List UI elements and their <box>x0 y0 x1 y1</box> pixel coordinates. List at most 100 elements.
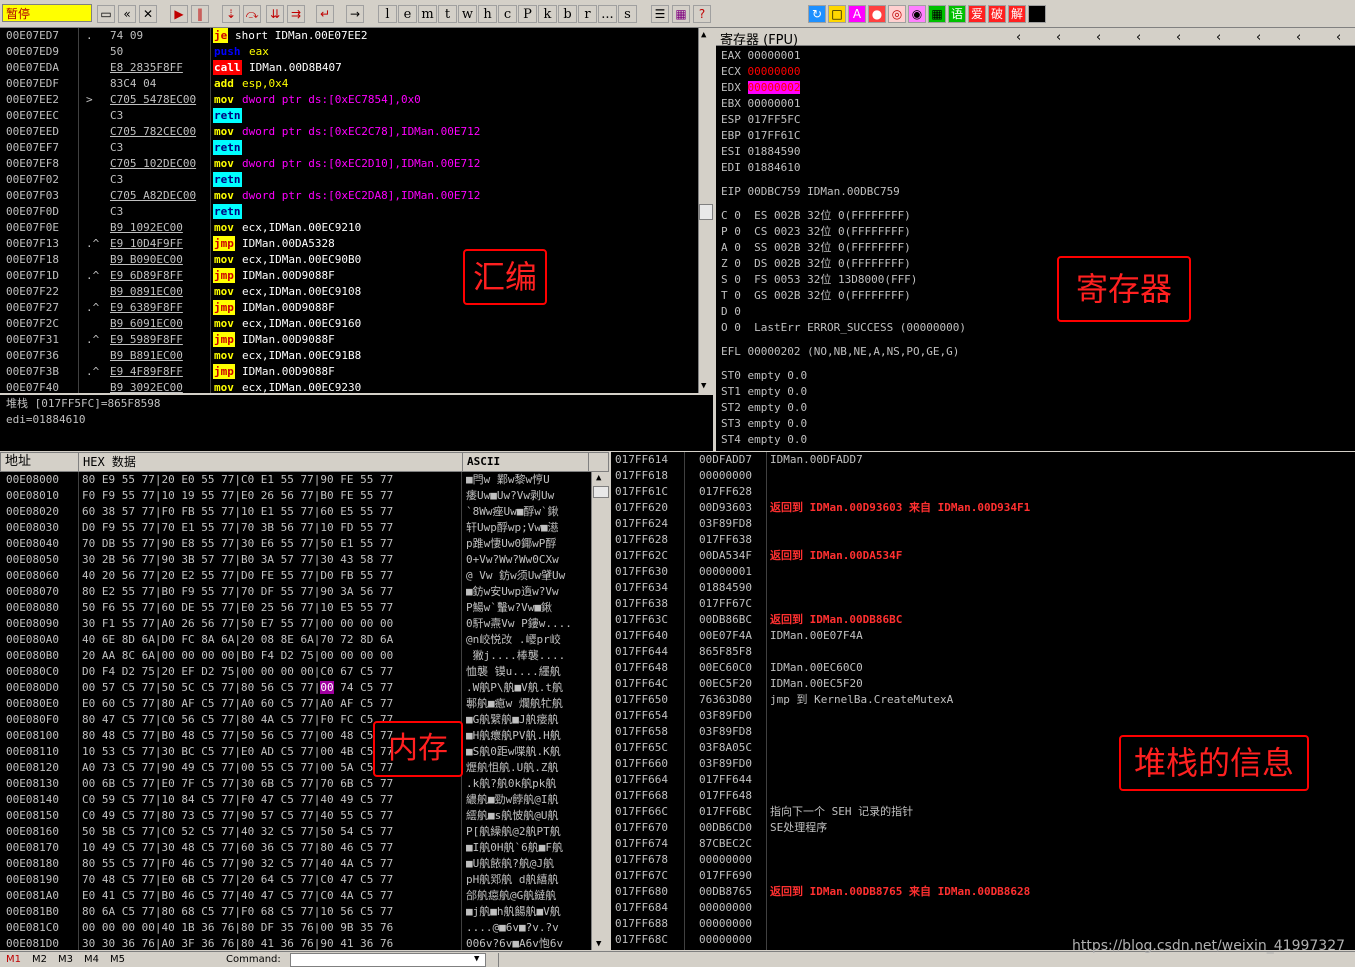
stack-row[interactable]: 017FF67C 017FF690 <box>611 868 1355 884</box>
stack-row[interactable]: 017FF650 76363D80 jmp 到 KernelBa.CreateMut… <box>611 692 1355 708</box>
dump-row[interactable]: 00E08130 00 6B C5 77|E0 7F C5 77|30 6B C5… <box>0 776 590 792</box>
target-icon[interactable]: ◎ <box>888 5 906 23</box>
dump-row[interactable]: 00E08070 80 E2 55 77|B0 F9 55 77|70 DF 55… <box>0 584 590 600</box>
stack-row[interactable]: 017FF63C 00DB86BC 返回到 IDMan.00DB86BC <box>611 612 1355 628</box>
register-value[interactable]: 00000001 <box>748 97 801 110</box>
scope-icon[interactable]: ◉ <box>908 5 926 23</box>
dump-scrollbar[interactable]: ▲ ▼ <box>591 472 609 950</box>
register-value[interactable]: 00000002 <box>747 81 801 94</box>
dump-row[interactable]: 00E080A0 40 6E 8D 6A|D0 FC 8A 6A|20 08 8E… <box>0 632 590 648</box>
stack-row[interactable]: 017FF674 87CBEC2C <box>611 836 1355 852</box>
black-square-icon[interactable] <box>1028 5 1046 23</box>
stack-row[interactable]: 017FF648 00EC60C0 IDMan.00EC60C0 <box>611 660 1355 676</box>
dump-row[interactable]: 00E08080 50 F6 55 77|60 DE 55 77|E0 25 56… <box>0 600 590 616</box>
disasm-row[interactable]: 00E07EEC C3 retn <box>0 108 698 124</box>
stack-row[interactable]: 017FF680 00DB8765 返回到 IDMan.00DB8765 来自 ID… <box>611 884 1355 900</box>
dump-row[interactable]: 00E08040 70 DB 55 77|90 E8 55 77|30 E6 55… <box>0 536 590 552</box>
register-value[interactable]: 00000000 <box>748 65 801 78</box>
disasm-row[interactable]: 00E07F36 B9 B891EC00 mov ecx,IDMan.00EC91B8 <box>0 348 698 364</box>
record-icon[interactable]: ● <box>868 5 886 23</box>
po-icon[interactable]: 破 <box>988 5 1006 23</box>
stack-row[interactable]: 017FF678 00000000 <box>611 852 1355 868</box>
stack-row[interactable]: 017FF628 017FF638 <box>611 532 1355 548</box>
disasm-row[interactable]: 00E07F2C B9 6091EC00 mov ecx,IDMan.00EC9160 <box>0 316 698 332</box>
trace-into-icon[interactable]: ⇊ <box>266 5 284 23</box>
a-icon[interactable]: A <box>848 5 866 23</box>
col-address[interactable]: 地址 <box>1 453 79 471</box>
register-row[interactable]: ESP 017FF5FC <box>721 112 1021 128</box>
chevron-left-icon[interactable]: ‹ <box>1176 30 1181 45</box>
register-row[interactable]: EBP 017FF61C <box>721 128 1021 144</box>
stack-pane[interactable]: 017FF614 00DFADD7 IDMan.00DFADD7 017FF618 00… <box>611 452 1355 950</box>
chevron-left-icon[interactable]: ‹ <box>1216 30 1221 45</box>
open-folder-icon[interactable]: ▭ <box>97 5 115 23</box>
step-into-icon[interactable]: ⇣ <box>222 5 240 23</box>
dump-row[interactable]: 00E08170 10 49 C5 77|30 48 C5 77|60 36 C5… <box>0 840 590 856</box>
dump-row[interactable]: 00E08090 30 F1 55 77|A0 26 56 77|50 E7 55… <box>0 616 590 632</box>
dump-row[interactable]: 00E081D0 30 30 36 76|A0 3F 36 76|80 41 36… <box>0 936 590 950</box>
stack-row[interactable]: 017FF654 03F89FD0 <box>611 708 1355 724</box>
window-button-3[interactable]: t <box>438 5 457 23</box>
yu-icon[interactable]: 语 <box>948 5 966 23</box>
disasm-row[interactable]: 00E07EDA E8 2835F8FF call IDMan.00D8B407 <box>0 60 698 76</box>
col-hex[interactable]: HEX 数据 <box>79 453 463 471</box>
dump-row[interactable]: 00E080F0 80 47 C5 77|C0 56 C5 77|80 4A C5… <box>0 712 590 728</box>
chevron-left-icon[interactable]: ‹ <box>1056 30 1061 45</box>
dump-row[interactable]: 00E081A0 E0 41 C5 77|B0 46 C5 77|40 47 C5… <box>0 888 590 904</box>
fpu-row[interactable]: ST1 empty 0.0 <box>721 384 807 400</box>
window-button-5[interactable]: h <box>478 5 497 23</box>
disasm-row[interactable]: 00E07F03 C705 A82DEC00 mov dword ptr ds:[0x… <box>0 188 698 204</box>
window-button-7[interactable]: P <box>518 5 537 23</box>
stack-row[interactable]: 017FF630 00000001 <box>611 564 1355 580</box>
disasm-row[interactable]: 00E07F13 .^ E9 10D4F9FF jmp IDMan.00DA5328 <box>0 236 698 252</box>
window-button-2[interactable]: m <box>418 5 437 23</box>
dump-row[interactable]: 00E08000 80 E9 55 77|20 E0 55 77|C0 E1 55… <box>0 472 590 488</box>
flag-row[interactable]: O 0 LastErr ERROR_SUCCESS (00000000) <box>721 320 966 336</box>
dump-row[interactable]: 00E080C0 D0 F4 D2 75|20 EF D2 75|00 00 00… <box>0 664 590 680</box>
execute-till-return-icon[interactable]: ↵ <box>316 5 334 23</box>
flag-row[interactable]: A 0 SS 002B 32位 0(FFFFFFFF) <box>721 240 911 256</box>
registers-pane[interactable]: 寄存器 (FPU) ‹ ‹ ‹ ‹ ‹ ‹ ‹ ‹ ‹ EAX 00000001… <box>716 28 1355 451</box>
window-button-4[interactable]: w <box>458 5 477 23</box>
register-value[interactable]: 01884610 <box>748 161 801 174</box>
memory-dump-pane[interactable]: 00E08000 80 E9 55 77|20 E0 55 77|C0 E1 55… <box>0 472 609 950</box>
chevron-left-icon[interactable]: ‹ <box>1336 30 1341 45</box>
stack-row[interactable]: 017FF624 03F89FD8 <box>611 516 1355 532</box>
trace-over-icon[interactable]: ⇉ <box>287 5 305 23</box>
disasm-row[interactable]: 00E07F0D C3 retn <box>0 204 698 220</box>
window-button-8[interactable]: k <box>538 5 557 23</box>
stack-row[interactable]: 017FF618 00000000 <box>611 468 1355 484</box>
dump-row[interactable]: 00E08110 10 53 C5 77|30 BC C5 77|E0 AD C5… <box>0 744 590 760</box>
register-value[interactable]: 017FF5FC <box>748 113 801 126</box>
plugin-icon[interactable]: □ <box>828 5 846 23</box>
stack-row[interactable]: 017FF684 00000000 <box>611 900 1355 916</box>
disasm-row[interactable]: 00E07F02 C3 retn <box>0 172 698 188</box>
tab-m5[interactable]: M5 <box>110 954 125 965</box>
stack-row[interactable]: 017FF670 00DB6CD0 SE处理程序 <box>611 820 1355 836</box>
stack-row[interactable]: 017FF638 017FF67C <box>611 596 1355 612</box>
disasm-row[interactable]: 00E07F0E B9 1092EC00 mov ecx,IDMan.00EC9210 <box>0 220 698 236</box>
dump-row[interactable]: 00E08190 70 48 C5 77|E0 6B C5 77|20 64 C5… <box>0 872 590 888</box>
register-value[interactable]: 01884590 <box>748 145 801 158</box>
disasm-row[interactable]: 00E07ED7. 74 09 je short IDMan.00E07EE2 <box>0 28 698 44</box>
flag-row[interactable]: P 0 CS 0023 32位 0(FFFFFFFF) <box>721 224 911 240</box>
stack-row[interactable]: 017FF61C 017FF628 <box>611 484 1355 500</box>
tab-m2[interactable]: M2 <box>32 954 47 965</box>
fpu-row[interactable]: ST3 empty 0.0 <box>721 416 807 432</box>
flag-row[interactable]: T 0 GS 002B 32位 0(FFFFFFFF) <box>721 288 911 304</box>
step-over-icon[interactable]: ⤼ <box>243 5 261 23</box>
dump-row[interactable]: 00E08020 60 38 57 77|F0 FB 55 77|10 E1 55… <box>0 504 590 520</box>
window-button-11[interactable]: ... <box>598 5 617 23</box>
dump-row[interactable]: 00E080D0 00 57 C5 77|50 5C C5 77|80 56 C5… <box>0 680 590 696</box>
fpu-row[interactable]: ST0 empty 0.0 <box>721 368 807 384</box>
command-input[interactable] <box>290 953 486 967</box>
register-row[interactable]: EAX 00000001 <box>721 48 1021 64</box>
stack-row[interactable]: 017FF614 00DFADD7 IDMan.00DFADD7 <box>611 452 1355 468</box>
grid-green-icon[interactable]: ▦ <box>928 5 946 23</box>
flag-row[interactable]: C 0 ES 002B 32位 0(FFFFFFFF) <box>721 208 911 224</box>
disasm-row[interactable]: 00E07F22 B9 0891EC00 mov ecx,IDMan.00EC9108 <box>0 284 698 300</box>
chevron-left-icon[interactable]: ‹ <box>1296 30 1301 45</box>
window-button-9[interactable]: b <box>558 5 577 23</box>
stack-row[interactable]: 017FF644 865F85F8 <box>611 644 1355 660</box>
disasm-row[interactable]: 00E07EF8 C705 102DEC00 mov dword ptr ds:[0x… <box>0 156 698 172</box>
